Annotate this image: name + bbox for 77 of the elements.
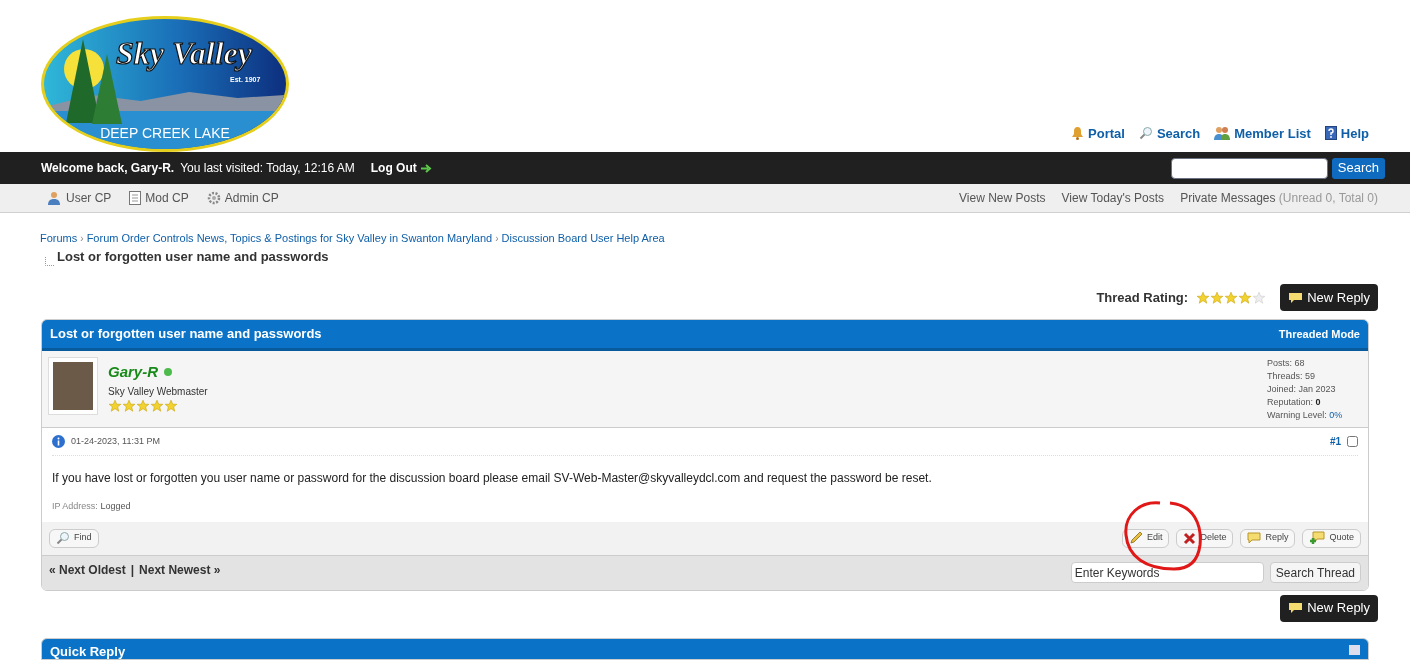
cross-icon <box>1183 531 1197 545</box>
post-action-button[interactable]: Edit <box>1121 528 1170 548</box>
collapse-icon[interactable] <box>1349 644 1360 655</box>
star-icon <box>136 398 150 413</box>
menu-link[interactable]: User CP <box>48 189 112 207</box>
star-icon <box>122 398 136 413</box>
user-stat: Posts: 68 <box>1267 357 1306 370</box>
top-nav-link[interactable]: Help <box>1324 123 1369 143</box>
ip-address-text: IP Address: Logged <box>52 500 132 513</box>
bell-icon <box>1071 126 1085 141</box>
breadcrumb-separator: › <box>79 231 85 246</box>
post-body: If you have lost or forgotten you user name or password for the discussion board please email SV-Web-Master@skyvalleydcl.com and request the password be reset. <box>52 470 933 487</box>
arrow-right-icon <box>420 163 432 173</box>
star-icon <box>1252 290 1267 305</box>
star-icon <box>164 398 178 413</box>
top-nav-link[interactable]: Member List <box>1214 123 1311 143</box>
previous-thread-link[interactable]: « Next Oldest <box>49 561 126 579</box>
page-title: Lost or forgotten user name and passwords <box>57 247 329 266</box>
user-stat: Threads: 59 <box>1267 370 1317 383</box>
search-icon <box>56 531 70 545</box>
user-icon <box>48 191 62 205</box>
star-icon <box>150 398 164 413</box>
breadcrumb-separator: › <box>494 231 500 246</box>
speech-bubble-icon <box>1288 291 1304 304</box>
post-select-checkbox[interactable] <box>1347 436 1358 447</box>
post-date: 01-24-2023, 11:31 PM <box>71 434 160 448</box>
avatar-photo-placeholder[interactable] <box>48 357 98 415</box>
star-icon <box>1196 290 1211 305</box>
last-visit-text: You last visited: Today, 12:16 AM <box>180 160 355 177</box>
people-icon <box>1214 126 1231 141</box>
thread-rating-label: Thread Rating: <box>1096 288 1189 307</box>
author-link[interactable]: Gary-R <box>108 361 159 384</box>
post-action-button[interactable]: Find <box>49 528 99 548</box>
user-stat: Warning Level: 0% <box>1267 409 1344 422</box>
quote-bubble-icon <box>1309 531 1326 545</box>
menu-link[interactable]: View New Posts <box>959 189 1046 207</box>
star-icon <box>1224 290 1239 305</box>
speech-bubble-icon <box>1288 602 1304 614</box>
breadcrumb-link[interactable]: Forum Order Controls News, Topics & Postings for Sky Valley in Swanton Maryland <box>86 230 493 247</box>
top-nav-link[interactable]: Search <box>1138 123 1201 143</box>
search-field[interactable] <box>1170 157 1328 179</box>
pencil-icon <box>1128 531 1143 545</box>
gear-icon <box>206 191 221 205</box>
post-number-link[interactable]: #1 <box>1329 434 1341 449</box>
menu-link[interactable]: Mod CP <box>129 189 189 207</box>
next-thread-link[interactable]: Next Newest » <box>139 561 221 579</box>
user-title: Sky Valley Webmaster <box>108 384 208 399</box>
post-action-button[interactable]: Reply <box>1240 528 1296 548</box>
breadcrumb-link[interactable]: Forums <box>40 230 78 247</box>
menu-link[interactable]: View Today's Posts <box>1061 189 1165 207</box>
info-icon <box>52 435 65 448</box>
breadcrumb-link[interactable]: Discussion Board User Help Area <box>501 230 665 247</box>
search-button[interactable]: Search <box>1331 157 1385 179</box>
help-icon <box>1324 126 1337 141</box>
welcome-text: Welcome back, Gary-R. <box>41 160 175 177</box>
user-stat: Reputation: 0 <box>1267 396 1322 409</box>
post-action-button[interactable]: Quote <box>1302 528 1361 548</box>
logout-link[interactable]: Log Out <box>370 159 432 177</box>
search-thread-button[interactable]: Search Thread <box>1269 562 1361 583</box>
menu-link[interactable]: Admin CP <box>206 189 279 207</box>
link-separator: | <box>130 562 135 579</box>
top-nav-link[interactable]: Portal <box>1071 123 1125 143</box>
star-icon <box>108 398 122 413</box>
thread-title: Lost or forgotten user name and passwords <box>50 325 322 344</box>
keywords-field[interactable]: Enter Keywords <box>1070 562 1264 583</box>
star-icon <box>1210 290 1225 305</box>
speech-bubble-icon <box>1247 532 1262 544</box>
quick-reply-title: Quick Reply <box>50 644 126 659</box>
new-reply-button[interactable]: New Reply <box>1280 284 1378 311</box>
tree-connector-icon <box>45 257 54 266</box>
new-reply-button[interactable]: New Reply <box>1280 594 1378 622</box>
page-icon <box>129 191 142 205</box>
threaded-mode-link[interactable]: Threaded Mode <box>1278 325 1360 343</box>
star-icon <box>1238 290 1253 305</box>
menu-link[interactable]: Private Messages (Unread 0, Total 0) <box>1180 189 1378 207</box>
user-stat: Joined: Jan 2023 <box>1267 383 1337 396</box>
search-icon <box>1138 126 1153 141</box>
